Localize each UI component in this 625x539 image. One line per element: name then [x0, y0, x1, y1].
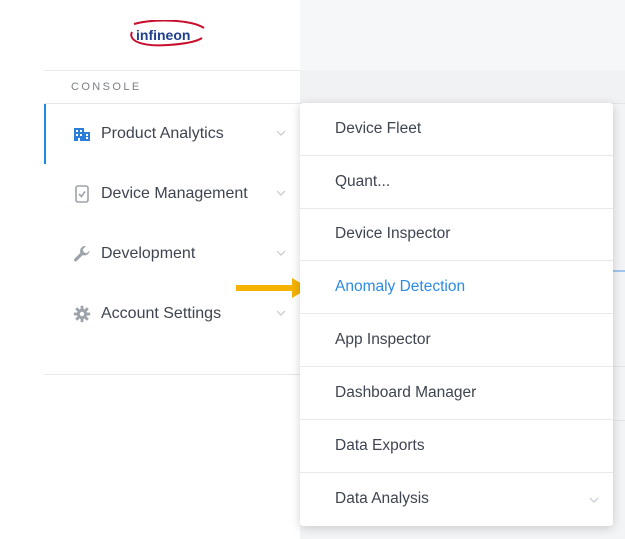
building-icon [72, 124, 92, 144]
sidebar-nav: Product Analytics Device Management Deve… [44, 103, 300, 375]
sidebar-item-development[interactable]: Development [44, 224, 300, 284]
sidebar-item-label: Product Analytics [101, 125, 224, 142]
menu-item-device-inspector[interactable]: Device Inspector [300, 209, 613, 262]
sidebar-item-label: Development [101, 245, 196, 262]
top-bar [300, 0, 625, 70]
menu-item-anomaly-detection[interactable]: Anomaly Detection [300, 261, 613, 315]
sidebar-item-label: Account Settings [101, 305, 222, 322]
device-check-icon [72, 184, 92, 204]
menu-item-data-exports[interactable]: Data Exports [300, 420, 613, 473]
menu-item-data-analysis[interactable]: Data Analysis [300, 473, 613, 526]
chevron-down-icon [276, 310, 286, 316]
chevron-down-icon [276, 130, 286, 136]
menu-item-device-fleet[interactable]: Device Fleet [300, 103, 613, 156]
nav-divider [44, 344, 300, 375]
sidebar: infineon CONSOLE Product Analytics Devic… [0, 0, 300, 539]
menu-item-label: Data Analysis [335, 489, 429, 507]
logo-text: infineon [136, 27, 190, 43]
chevron-down-icon [276, 250, 286, 256]
wrench-icon [72, 244, 92, 264]
logo-area: infineon [44, 0, 300, 71]
gear-icon [72, 304, 92, 324]
chevron-down-icon [276, 190, 286, 196]
menu-item-app-inspector[interactable]: App Inspector [300, 314, 613, 367]
arrow-pointer-icon [236, 278, 309, 298]
section-label: CONSOLE [71, 81, 142, 93]
infineon-logo[interactable]: infineon [128, 20, 208, 48]
sidebar-item-device-management[interactable]: Device Management [44, 164, 300, 224]
chevron-down-icon [589, 497, 599, 503]
sidebar-item-label: Device Management [101, 185, 248, 202]
menu-item-dashboard-manager[interactable]: Dashboard Manager [300, 367, 613, 420]
sidebar-item-product-analytics[interactable]: Product Analytics [44, 104, 300, 164]
menu-item-quant[interactable]: Quant... [300, 156, 613, 209]
product-analytics-dropdown: Device Fleet Quant... Device Inspector A… [300, 103, 613, 526]
